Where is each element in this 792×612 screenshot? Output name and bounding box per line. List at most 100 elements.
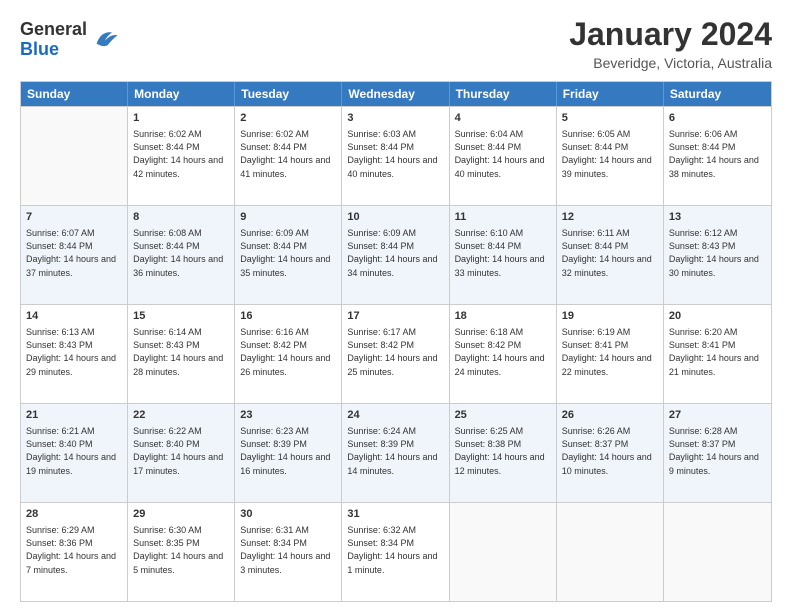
sun-info: Sunrise: 6:18 AM Sunset: 8:42 PM Dayligh… (455, 326, 551, 378)
weekday-header: Sunday (21, 82, 128, 106)
day-number: 8 (133, 210, 229, 225)
day-cell: 28Sunrise: 6:29 AM Sunset: 8:36 PM Dayli… (21, 503, 128, 601)
day-number: 15 (133, 309, 229, 324)
calendar-row: 1 Sunrise: 6:02 AM Sunset: 8:44 PM Daylig… (21, 106, 771, 205)
header: General Blue January 2024 Beveridge, Vic… (20, 16, 772, 71)
sun-info: Sunrise: 6:21 AM Sunset: 8:40 PM Dayligh… (26, 425, 122, 477)
day-number: 6 (669, 111, 766, 126)
logo-general: General (20, 20, 87, 40)
calendar-body: 1 Sunrise: 6:02 AM Sunset: 8:44 PM Daylig… (21, 106, 771, 601)
day-cell: 6Sunrise: 6:06 AM Sunset: 8:44 PM Daylig… (664, 107, 771, 205)
day-cell: 26 Sunrise: 6:26 AM Sunset: 8:37 PM Dayli… (557, 404, 664, 502)
day-number: 7 (26, 210, 122, 225)
sun-info: Sunrise: 6:23 AM Sunset: 8:39 PM Dayligh… (240, 425, 336, 477)
day-cell: 15 Sunrise: 6:14 AM Sunset: 8:43 PM Dayli… (128, 305, 235, 403)
sun-info: Sunrise: 6:17 AM Sunset: 8:42 PM Dayligh… (347, 326, 443, 378)
day-cell: 12 Sunrise: 6:11 AM Sunset: 8:44 PM Dayli… (557, 206, 664, 304)
sun-info: Sunrise: 6:28 AM Sunset: 8:37 PM Dayligh… (669, 425, 766, 477)
day-number: 24 (347, 408, 443, 423)
sun-info: Sunrise: 6:16 AM Sunset: 8:42 PM Dayligh… (240, 326, 336, 378)
day-number: 23 (240, 408, 336, 423)
day-cell: 29Sunrise: 6:30 AM Sunset: 8:35 PM Dayli… (128, 503, 235, 601)
day-cell: 18 Sunrise: 6:18 AM Sunset: 8:42 PM Dayli… (450, 305, 557, 403)
day-number: 30 (240, 507, 336, 522)
day-number: 2 (240, 111, 336, 126)
day-number: 3 (347, 111, 443, 126)
day-cell: 2 Sunrise: 6:02 AM Sunset: 8:44 PM Daylig… (235, 107, 342, 205)
day-cell: 27 Sunrise: 6:28 AM Sunset: 8:37 PM Dayli… (664, 404, 771, 502)
day-cell: 16 Sunrise: 6:16 AM Sunset: 8:42 PM Dayli… (235, 305, 342, 403)
day-number: 18 (455, 309, 551, 324)
calendar-header: SundayMondayTuesdayWednesdayThursdayFrid… (21, 82, 771, 106)
empty-cell (21, 107, 128, 205)
month-year: January 2024 (569, 16, 772, 53)
sun-info: Sunrise: 6:09 AM Sunset: 8:44 PM Dayligh… (240, 227, 336, 279)
day-number: 12 (562, 210, 658, 225)
day-cell: 4 Sunrise: 6:04 AM Sunset: 8:44 PM Daylig… (450, 107, 557, 205)
sun-info: Sunrise: 6:14 AM Sunset: 8:43 PM Dayligh… (133, 326, 229, 378)
day-cell: 30Sunrise: 6:31 AM Sunset: 8:34 PM Dayli… (235, 503, 342, 601)
day-cell: 20 Sunrise: 6:20 AM Sunset: 8:41 PM Dayli… (664, 305, 771, 403)
day-cell: 9 Sunrise: 6:09 AM Sunset: 8:44 PM Daylig… (235, 206, 342, 304)
calendar-row: 28Sunrise: 6:29 AM Sunset: 8:36 PM Dayli… (21, 502, 771, 601)
day-number: 25 (455, 408, 551, 423)
empty-cell (664, 503, 771, 601)
sun-info: Sunrise: 6:02 AM Sunset: 8:44 PM Dayligh… (240, 128, 336, 180)
day-number: 4 (455, 111, 551, 126)
day-cell: 13Sunrise: 6:12 AM Sunset: 8:43 PM Dayli… (664, 206, 771, 304)
day-number: 16 (240, 309, 336, 324)
weekday-header: Saturday (664, 82, 771, 106)
day-cell: 21 Sunrise: 6:21 AM Sunset: 8:40 PM Dayli… (21, 404, 128, 502)
day-number: 9 (240, 210, 336, 225)
logo-bird-icon (91, 24, 119, 52)
day-cell: 19 Sunrise: 6:19 AM Sunset: 8:41 PM Dayli… (557, 305, 664, 403)
empty-cell (450, 503, 557, 601)
sun-info: Sunrise: 6:11 AM Sunset: 8:44 PM Dayligh… (562, 227, 658, 279)
day-number: 29 (133, 507, 229, 522)
day-number: 17 (347, 309, 443, 324)
weekday-header: Monday (128, 82, 235, 106)
weekday-header: Friday (557, 82, 664, 106)
day-number: 21 (26, 408, 122, 423)
sun-info: Sunrise: 6:03 AM Sunset: 8:44 PM Dayligh… (347, 128, 443, 180)
day-number: 20 (669, 309, 766, 324)
weekday-header: Tuesday (235, 82, 342, 106)
sun-info: Sunrise: 6:02 AM Sunset: 8:44 PM Dayligh… (133, 128, 229, 180)
day-number: 1 (133, 111, 229, 126)
sun-info: Sunrise: 6:29 AM Sunset: 8:36 PM Dayligh… (26, 524, 122, 576)
day-cell: 24 Sunrise: 6:24 AM Sunset: 8:39 PM Dayli… (342, 404, 449, 502)
weekday-header: Thursday (450, 82, 557, 106)
title-block: January 2024 Beveridge, Victoria, Austra… (569, 16, 772, 71)
day-cell: 3 Sunrise: 6:03 AM Sunset: 8:44 PM Daylig… (342, 107, 449, 205)
day-number: 5 (562, 111, 658, 126)
day-cell: 1 Sunrise: 6:02 AM Sunset: 8:44 PM Daylig… (128, 107, 235, 205)
calendar-row: 21 Sunrise: 6:21 AM Sunset: 8:40 PM Dayli… (21, 403, 771, 502)
sun-info: Sunrise: 6:04 AM Sunset: 8:44 PM Dayligh… (455, 128, 551, 180)
sun-info: Sunrise: 6:19 AM Sunset: 8:41 PM Dayligh… (562, 326, 658, 378)
weekday-header: Wednesday (342, 82, 449, 106)
day-number: 19 (562, 309, 658, 324)
sun-info: Sunrise: 6:20 AM Sunset: 8:41 PM Dayligh… (669, 326, 766, 378)
day-cell: 31Sunrise: 6:32 AM Sunset: 8:34 PM Dayli… (342, 503, 449, 601)
day-number: 27 (669, 408, 766, 423)
sun-info: Sunrise: 6:07 AM Sunset: 8:44 PM Dayligh… (26, 227, 122, 279)
day-cell: 7 Sunrise: 6:07 AM Sunset: 8:44 PM Daylig… (21, 206, 128, 304)
day-number: 31 (347, 507, 443, 522)
sun-info: Sunrise: 6:24 AM Sunset: 8:39 PM Dayligh… (347, 425, 443, 477)
calendar-row: 7 Sunrise: 6:07 AM Sunset: 8:44 PM Daylig… (21, 205, 771, 304)
sun-info: Sunrise: 6:25 AM Sunset: 8:38 PM Dayligh… (455, 425, 551, 477)
day-cell: 5Sunrise: 6:05 AM Sunset: 8:44 PM Daylig… (557, 107, 664, 205)
day-cell: 17 Sunrise: 6:17 AM Sunset: 8:42 PM Dayli… (342, 305, 449, 403)
sun-info: Sunrise: 6:13 AM Sunset: 8:43 PM Dayligh… (26, 326, 122, 378)
sun-info: Sunrise: 6:09 AM Sunset: 8:44 PM Dayligh… (347, 227, 443, 279)
day-number: 26 (562, 408, 658, 423)
day-cell: 25 Sunrise: 6:25 AM Sunset: 8:38 PM Dayli… (450, 404, 557, 502)
day-number: 13 (669, 210, 766, 225)
page: General Blue January 2024 Beveridge, Vic… (0, 0, 792, 612)
day-number: 10 (347, 210, 443, 225)
sun-info: Sunrise: 6:26 AM Sunset: 8:37 PM Dayligh… (562, 425, 658, 477)
empty-cell (557, 503, 664, 601)
day-cell: 22Sunrise: 6:22 AM Sunset: 8:40 PM Dayli… (128, 404, 235, 502)
day-cell: 23 Sunrise: 6:23 AM Sunset: 8:39 PM Dayli… (235, 404, 342, 502)
sun-info: Sunrise: 6:10 AM Sunset: 8:44 PM Dayligh… (455, 227, 551, 279)
